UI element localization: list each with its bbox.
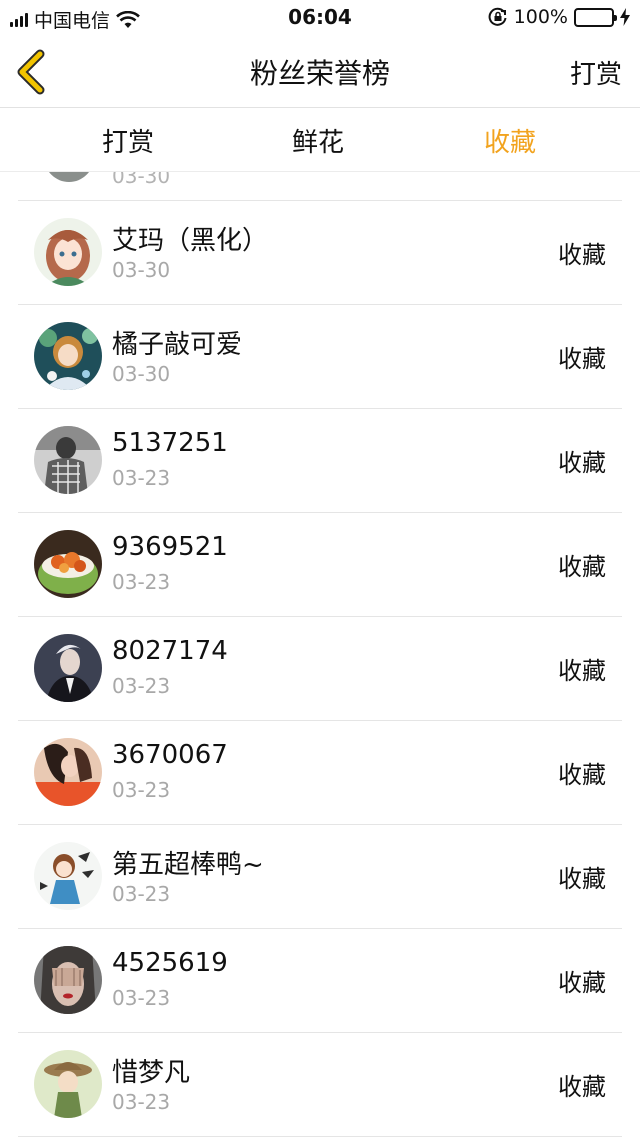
item-name: 3670067: [112, 740, 228, 770]
item-name: 第五超棒鸭~: [112, 850, 264, 880]
avatar[interactable]: [34, 946, 102, 1014]
avatar[interactable]: [34, 530, 102, 598]
fan-list: 03-30 艾玛（黑化） 03-30 收藏 橘子敲可爱 03-30 收藏 513…: [0, 172, 640, 1139]
item-date: 03-30: [112, 258, 171, 282]
item-date: 03-23: [112, 570, 171, 594]
item-name: 5137251: [112, 428, 228, 458]
list-item[interactable]: 3670067 03-23 收藏: [18, 721, 622, 825]
item-date: 03-30: [112, 172, 171, 188]
item-name: 4525619: [112, 948, 228, 978]
avatar[interactable]: [34, 842, 102, 910]
item-action: 收藏: [558, 553, 606, 581]
item-date: 03-23: [112, 778, 171, 802]
item-name: 惜梦凡: [112, 1058, 191, 1088]
reward-button[interactable]: 打赏: [570, 54, 622, 91]
status-bar: 中国电信 06:04 100%: [0, 0, 640, 36]
item-name: 9369521: [112, 532, 228, 562]
item-action: 收藏: [558, 761, 606, 789]
item-date: 03-23: [112, 986, 171, 1010]
item-date: 03-30: [112, 362, 171, 386]
page-title: 粉丝荣誉榜: [249, 57, 390, 90]
list-item[interactable]: 惜梦凡 03-23 收藏: [18, 1033, 622, 1137]
item-action: 收藏: [558, 345, 606, 373]
list-item[interactable]: 8027174 03-23 收藏: [18, 617, 622, 721]
battery-icon: [574, 7, 617, 27]
avatar[interactable]: [34, 218, 102, 286]
list-item[interactable]: 橘子敲可爱 03-30 收藏: [18, 305, 622, 409]
avatar[interactable]: [34, 1050, 102, 1118]
tab-reward[interactable]: 打赏: [68, 122, 188, 159]
charging-icon: [620, 8, 630, 26]
item-name: 橘子敲可爱: [112, 330, 243, 360]
avatar[interactable]: [34, 634, 102, 702]
nav-bar: 粉丝荣誉榜 打赏: [0, 36, 640, 108]
list-item[interactable]: 艾玛（黑化） 03-30 收藏: [18, 201, 622, 305]
item-action: 收藏: [558, 969, 606, 997]
item-date: 03-23: [112, 466, 171, 490]
item-date: 03-23: [112, 1090, 171, 1114]
avatar[interactable]: [34, 426, 102, 494]
item-action: 收藏: [558, 657, 606, 685]
item-action: 收藏: [558, 449, 606, 477]
item-name: 艾玛（黑化）: [112, 226, 269, 256]
item-action: 收藏: [558, 865, 606, 893]
list-item[interactable]: 第五超棒鸭~ 03-23 收藏: [18, 825, 622, 929]
avatar: [44, 172, 94, 182]
tab-favorites[interactable]: 收藏: [450, 122, 570, 159]
avatar[interactable]: [34, 738, 102, 806]
item-date: 03-23: [112, 674, 171, 698]
list-item[interactable]: 5137251 03-23 收藏: [18, 409, 622, 513]
tab-bar: 打赏 鲜花 收藏: [0, 108, 640, 172]
avatar[interactable]: [34, 322, 102, 390]
list-item[interactable]: 9369521 03-23 收藏: [18, 513, 622, 617]
item-name: 8027174: [112, 636, 228, 666]
battery-percent: 100%: [513, 6, 568, 28]
item-action: 收藏: [558, 1073, 606, 1101]
orientation-lock-icon: [488, 7, 507, 26]
tab-flowers[interactable]: 鲜花: [258, 122, 378, 159]
item-date: 03-23: [112, 882, 171, 906]
list-item[interactable]: 4525619 03-23 收藏: [18, 929, 622, 1033]
item-action: 收藏: [558, 241, 606, 269]
status-right: 100%: [488, 6, 630, 28]
